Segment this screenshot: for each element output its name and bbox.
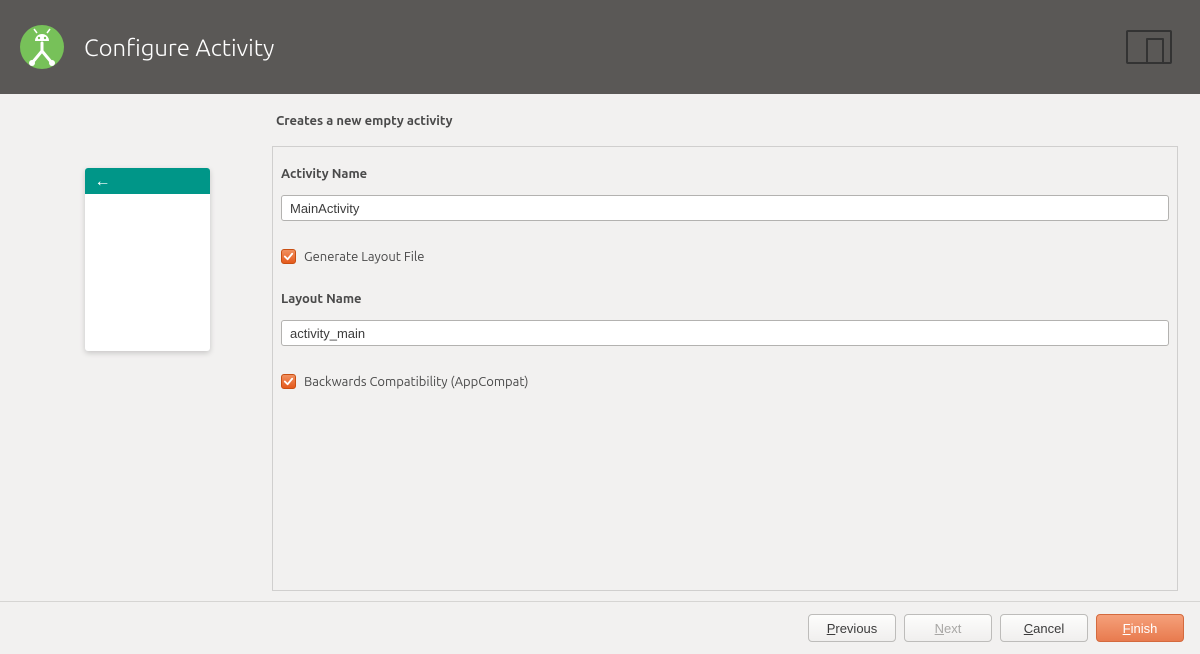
form-description: Creates a new empty activity <box>272 114 1178 128</box>
form-panel: Creates a new empty activity Activity Na… <box>272 114 1178 591</box>
activity-preview-thumbnail: ← <box>85 168 210 351</box>
layout-name-input[interactable] <box>281 320 1169 346</box>
device-preview-icon <box>1126 30 1172 64</box>
finish-button-rest: inish <box>1131 621 1158 636</box>
next-button: Next <box>904 614 992 642</box>
activity-name-input[interactable] <box>281 195 1169 221</box>
back-arrow-icon: ← <box>95 173 111 189</box>
generate-layout-row: Generate Layout File <box>277 249 1173 264</box>
generate-layout-checkbox[interactable] <box>281 249 296 264</box>
activity-name-label: Activity Name <box>277 167 1173 181</box>
layout-name-label: Layout Name <box>277 292 1173 306</box>
header-left: Configure Activity <box>18 23 274 71</box>
wizard-header: Configure Activity <box>0 0 1200 94</box>
form-container: Activity Name Generate Layout File Layou… <box>272 146 1178 591</box>
finish-button[interactable]: Finish <box>1096 614 1184 642</box>
backwards-compat-checkbox[interactable] <box>281 374 296 389</box>
previous-button[interactable]: Previous <box>808 614 896 642</box>
next-button-rest: ext <box>944 621 961 636</box>
backwards-compat-row: Backwards Compatibility (AppCompat) <box>277 374 1173 389</box>
content-area: ← Creates a new empty activity Activity … <box>0 94 1200 601</box>
cancel-button-rest: ancel <box>1033 621 1064 636</box>
previous-button-rest: revious <box>835 621 877 636</box>
android-studio-logo-icon <box>18 23 66 71</box>
page-title: Configure Activity <box>84 34 274 61</box>
preview-toolbar: ← <box>85 168 210 194</box>
preview-panel: ← <box>22 114 272 591</box>
cancel-button[interactable]: Cancel <box>1000 614 1088 642</box>
wizard-footer: Previous Next Cancel Finish <box>0 601 1200 654</box>
generate-layout-label: Generate Layout File <box>304 250 424 264</box>
backwards-compat-label: Backwards Compatibility (AppCompat) <box>304 375 529 389</box>
